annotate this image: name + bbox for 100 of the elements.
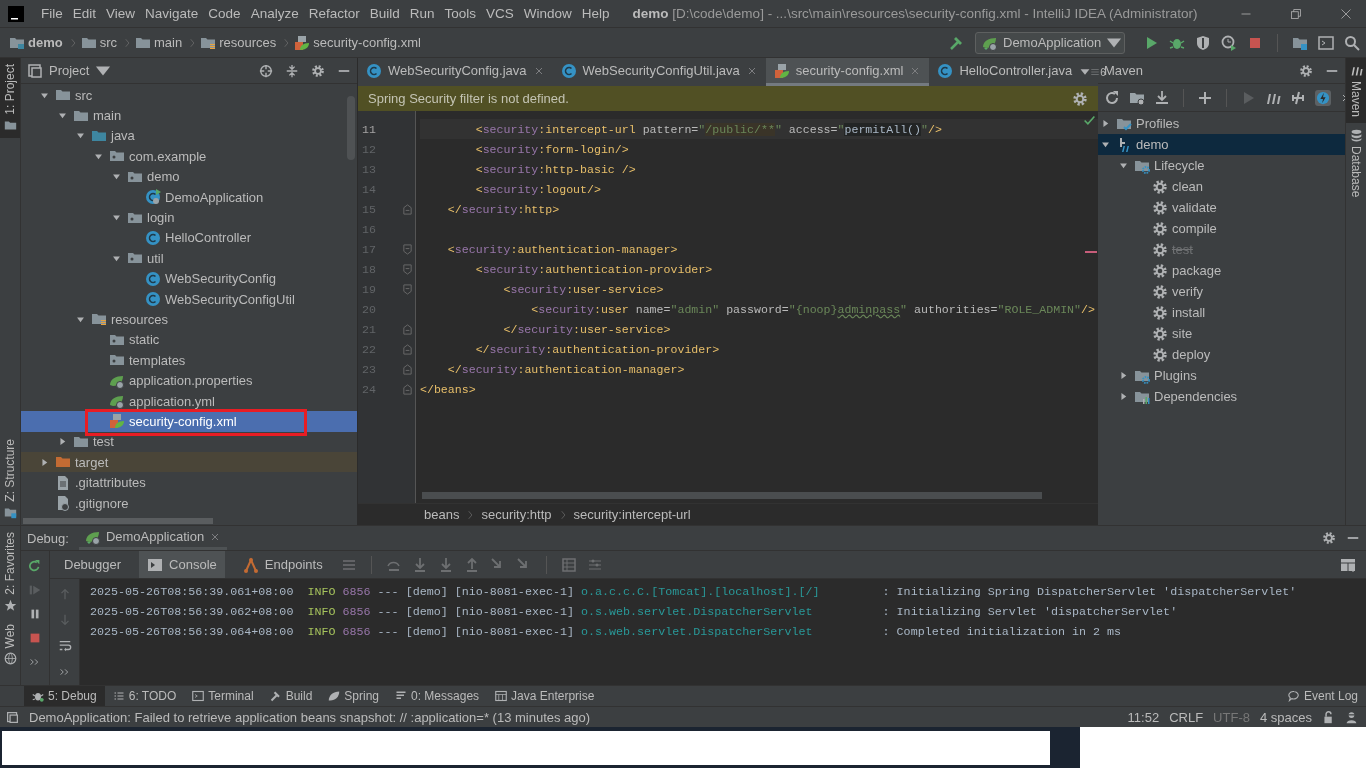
tree-item[interactable]: HelloController	[21, 227, 357, 249]
plus-icon[interactable]	[1197, 89, 1213, 106]
clock-icon[interactable]	[1221, 34, 1237, 51]
menu-item[interactable]: VCS	[481, 6, 519, 21]
tool-window-tab[interactable]: Z: Structure	[0, 433, 20, 525]
collapsed-arrow-icon[interactable]	[1118, 370, 1129, 381]
tree-item[interactable]: application.yml	[21, 390, 357, 412]
tree-item[interactable]: src	[21, 85, 357, 106]
settings-icon[interactable]	[1072, 90, 1088, 107]
tree-item[interactable]: application.properties	[21, 370, 357, 391]
window-icon[interactable]	[1318, 34, 1334, 51]
tree-item[interactable]: java	[21, 125, 357, 147]
status-item[interactable]: CRLF	[1169, 709, 1204, 725]
status-item[interactable]: 4 spaces	[1259, 709, 1312, 725]
tree-item[interactable]: install	[1098, 302, 1345, 323]
tool-window-button[interactable]: 6: TODO	[104, 686, 185, 706]
collapsed-arrow-icon[interactable]	[1118, 391, 1129, 402]
menu-item[interactable]: Tools	[439, 6, 481, 21]
settings-icon[interactable]	[311, 63, 325, 78]
collapsed-arrow-icon[interactable]	[57, 436, 68, 448]
fold-marker-icon[interactable]	[401, 363, 413, 375]
refresh-icon[interactable]	[1104, 89, 1120, 106]
tool-window-button[interactable]: Build	[261, 686, 321, 706]
shield-icon[interactable]	[1195, 34, 1211, 51]
tree-item[interactable]: com.example	[21, 146, 357, 167]
skip-icon[interactable]	[1290, 89, 1306, 106]
path-crumb[interactable]: main	[154, 35, 183, 50]
tree-item[interactable]: Plugins	[1098, 365, 1345, 386]
path-crumb[interactable]: security-config.xml	[313, 35, 421, 50]
tree-item[interactable]: static	[21, 329, 357, 351]
tree-item[interactable]: templates	[21, 350, 357, 371]
tree-item[interactable]: .gitignore	[21, 492, 357, 514]
menu-item[interactable]: File	[36, 6, 68, 21]
fold-marker-icon[interactable]	[401, 383, 413, 395]
fold-marker-icon[interactable]	[401, 203, 413, 215]
tool-window-tab[interactable]: 1: Project	[0, 58, 20, 138]
file-tab[interactable]: HelloController.java	[929, 58, 1081, 86]
expanded-arrow-icon[interactable]	[1118, 160, 1129, 171]
debug-tab[interactable]: Console	[139, 551, 225, 578]
expanded-arrow-icon[interactable]	[75, 314, 86, 325]
fold-marker-icon[interactable]	[401, 263, 413, 275]
status-item[interactable]: 11:52	[1127, 709, 1160, 725]
panel-title-dropdown[interactable]: Project	[27, 62, 112, 79]
hammer-icon[interactable]	[949, 34, 965, 51]
tree-item[interactable]: demo	[1098, 134, 1345, 155]
tree-item[interactable]: .gitattributes	[21, 472, 357, 493]
menu-item[interactable]: View	[101, 6, 141, 21]
tree-item[interactable]: validate	[1098, 197, 1345, 218]
collapsed-arrow-icon[interactable]	[1100, 118, 1111, 129]
breadcrumb[interactable]: beans	[424, 507, 460, 522]
fold-marker-icon[interactable]	[401, 243, 413, 255]
tree-item[interactable]: Profiles	[1098, 113, 1345, 134]
restore-icon[interactable]	[1290, 7, 1302, 20]
debug-tab[interactable]: Endpoints	[234, 551, 331, 578]
menu-item[interactable]: Refactor	[303, 6, 365, 21]
menu-item[interactable]: Build	[364, 6, 405, 21]
menu-item[interactable]: Edit	[67, 6, 102, 21]
search-icon[interactable]	[1344, 34, 1360, 51]
layout-icon[interactable]	[1340, 556, 1356, 573]
path-crumb[interactable]: src	[99, 35, 117, 50]
expanded-arrow-icon[interactable]	[1100, 139, 1111, 150]
tree-item[interactable]: Dependencies	[1098, 386, 1345, 407]
menu-item[interactable]: Code	[203, 6, 246, 21]
stop-icon[interactable]	[28, 631, 42, 645]
tree-item[interactable]: main	[21, 105, 357, 126]
fold-marker-icon[interactable]	[401, 343, 413, 355]
scrollbar-thumb[interactable]	[422, 492, 1042, 499]
tool-window-button[interactable]: Java Enterprise	[487, 686, 603, 706]
tree-item[interactable]: resources	[21, 309, 357, 330]
tool-window-tab[interactable]: Database	[1346, 123, 1366, 204]
scrollbar-thumb[interactable]	[23, 518, 213, 524]
tool-window-button[interactable]: 5: Debug	[24, 686, 105, 706]
path-crumb[interactable]: resources	[219, 35, 277, 50]
menu-item[interactable]: Navigate	[140, 6, 204, 21]
locate-icon[interactable]	[259, 63, 273, 78]
tree-item[interactable]: target	[21, 452, 357, 473]
event-log-button[interactable]: Event Log	[1279, 686, 1366, 706]
tree-item[interactable]: package	[1098, 260, 1345, 281]
close-icon[interactable]	[1340, 7, 1352, 20]
download-icon[interactable]	[1154, 89, 1170, 106]
tree-item[interactable]: login	[21, 207, 357, 228]
rerun-icon[interactable]	[28, 559, 42, 573]
panel-icon[interactable]	[6, 710, 19, 724]
collapsed-arrow-icon[interactable]	[39, 456, 50, 468]
collapse-icon[interactable]	[285, 63, 299, 78]
file-tab[interactable]: WebSecurityConfig.java	[358, 58, 553, 86]
breadcrumb[interactable]: security:http	[481, 507, 552, 522]
tree-item[interactable]: verify	[1098, 281, 1345, 302]
tool-window-tab[interactable]: 2: Favorites	[0, 526, 20, 618]
tree-item[interactable]: site	[1098, 323, 1345, 344]
tree-item[interactable]: Lifecycle	[1098, 155, 1345, 176]
tool-window-button[interactable]: Terminal	[184, 686, 262, 706]
tree-item[interactable]: DemoApplication	[21, 186, 357, 208]
fold-marker-icon[interactable]	[401, 323, 413, 335]
tree-item[interactable]: demo	[21, 166, 357, 187]
file-tab[interactable]: security-config.xml	[765, 58, 930, 86]
tree-item[interactable]: security-config.xml	[21, 411, 357, 432]
tree-item[interactable]: WebSecurityConfigUtil	[21, 288, 357, 310]
inspector-icon[interactable]	[1345, 710, 1358, 724]
debug-tab[interactable]: Debugger	[56, 551, 130, 578]
